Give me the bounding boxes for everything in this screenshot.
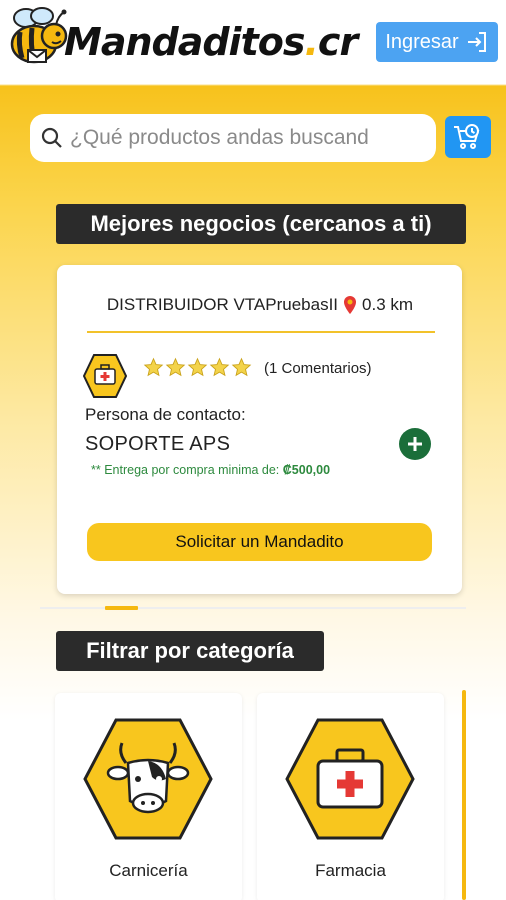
search-placeholder: ¿Qué productos andas buscand — [70, 126, 369, 149]
login-label: Ingresar — [385, 30, 459, 53]
bee-icon — [10, 7, 68, 64]
rating-stars — [143, 357, 252, 378]
business-name: DISTRIBUIDOR VTAPruebasII — [106, 295, 339, 314]
mandaditos-logo[interactable]: Mandaditos.cr — [6, 4, 366, 76]
logo-text-dot: . — [304, 20, 318, 64]
star-icon — [165, 357, 186, 377]
logo-text-tld: cr — [317, 20, 358, 64]
contact-label: Persona de contacto: — [85, 405, 246, 424]
contact-name: SOPORTE APS — [85, 433, 231, 455]
cow-icon — [83, 718, 213, 840]
first-aid-kit-icon — [83, 354, 127, 398]
minimum-delivery-note: ** Entrega por compra minima de: ₡500,00 — [91, 463, 330, 477]
category-label: Farmacia — [315, 861, 386, 880]
horizontal-scroll-indicator — [462, 690, 466, 900]
add-button[interactable] — [399, 428, 431, 460]
carousel-indicator — [105, 606, 138, 610]
cart-clock-icon — [454, 124, 480, 149]
location-pin-icon — [344, 296, 357, 314]
logo-wordmark: Mandaditos.cr — [64, 20, 358, 64]
star-icon — [143, 357, 164, 377]
star-icon — [187, 357, 208, 377]
card-divider — [87, 331, 435, 333]
request-mandadito-button[interactable]: Solicitar un Mandadito — [87, 523, 432, 561]
app-header: Mandaditos.cr Ingresar — [0, 0, 506, 84]
plus-icon — [408, 437, 422, 451]
search-input[interactable]: ¿Qué productos andas buscand — [30, 114, 436, 162]
search-icon — [41, 127, 62, 148]
star-icon — [209, 357, 230, 377]
category-card-farmacia[interactable]: Farmacia — [257, 693, 444, 900]
best-businesses-title: Mejores negocios (cercanos a ti) — [56, 204, 466, 244]
login-icon — [467, 32, 486, 52]
cart-history-button[interactable] — [445, 116, 491, 158]
star-icon — [231, 357, 252, 377]
carousel-track — [40, 607, 466, 609]
comments-count[interactable]: (1 Comentarios) — [264, 360, 372, 377]
delivery-amount: ₡500,00 — [282, 463, 331, 477]
category-card-carniceria[interactable]: Carnicería — [55, 693, 242, 900]
login-button[interactable]: Ingresar — [376, 22, 498, 62]
business-card[interactable]: DISTRIBUIDOR VTAPruebasII 0.3 km (1 Come… — [57, 265, 462, 594]
filter-category-title: Filtrar por categoría — [56, 631, 324, 671]
delivery-prefix: ** Entrega por compra minima de: — [91, 463, 283, 477]
business-distance: 0.3 km — [362, 295, 414, 314]
first-aid-kit-icon — [285, 718, 415, 840]
logo-text-main: Mandaditos — [64, 20, 305, 64]
business-name-row: DISTRIBUIDOR VTAPruebasII 0.3 km — [85, 293, 435, 317]
category-label: Carnicería — [109, 861, 188, 880]
